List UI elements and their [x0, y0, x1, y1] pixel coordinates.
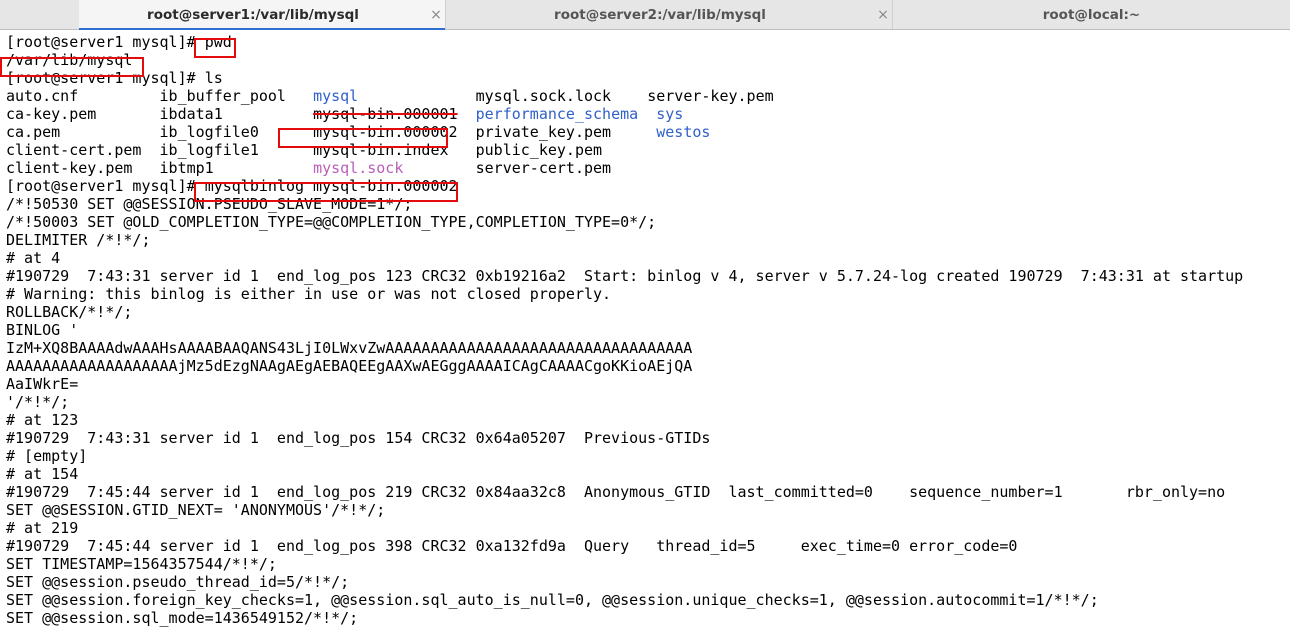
- command-ls: ls: [205, 69, 223, 87]
- ls-col: client-key.pem ibtmp1 mysql.sock server-…: [6, 159, 611, 177]
- socket-mysql-sock: mysql.sock: [313, 159, 403, 177]
- shell-prompt: [root@server1 mysql]#: [6, 69, 205, 87]
- output-line: SET @@session.sql_mode=1436549152/*!*/;: [6, 609, 358, 627]
- output-line: # Warning: this binlog is either in use …: [6, 285, 611, 303]
- output-line: #190729 7:43:31 server id 1 end_log_pos …: [6, 429, 710, 447]
- tab-title: root@server1:/var/lib/mysql: [79, 6, 427, 24]
- dir-performance-schema: performance_schema: [476, 105, 639, 123]
- tab-server2[interactable]: root@server2:/var/lib/mysql ×: [446, 0, 893, 29]
- dir-westos: westos: [656, 123, 710, 141]
- output-line: /*!50530 SET @@SESSION.PSEUDO_SLAVE_MODE…: [6, 195, 412, 213]
- tab-server1[interactable]: root@server1:/var/lib/mysql ×: [79, 0, 446, 29]
- output-line: # at 219: [6, 519, 78, 537]
- ls-col: ca.pem ib_logfile0 mysql-bin.000002 priv…: [6, 123, 710, 141]
- terminal-output[interactable]: [root@server1 mysql]# pwd /var/lib/mysql…: [0, 30, 1290, 630]
- output-line: IzM+XQ8BAAAAdwAAAHsAAAABAAQANS43LjI0LWxv…: [6, 339, 692, 357]
- output-line: #190729 7:45:44 server id 1 end_log_pos …: [6, 483, 1225, 501]
- dir-mysql: mysql: [313, 87, 358, 105]
- output-line: # at 154: [6, 465, 78, 483]
- output-line: SET TIMESTAMP=1564357544/*!*/;: [6, 555, 277, 573]
- output-line: AaIWkrE=: [6, 375, 78, 393]
- ls-col: client-cert.pem ib_logfile1 mysql-bin.in…: [6, 141, 602, 159]
- output-line: #190729 7:43:31 server id 1 end_log_pos …: [6, 267, 1243, 285]
- dir-sys: sys: [656, 105, 683, 123]
- output-line: AAAAAAAAAAAAAAAAAAAjMz5dEzgNAAgAEgAEBAQE…: [6, 357, 692, 375]
- close-icon[interactable]: ×: [874, 6, 892, 24]
- ls-col: ca-key.pem ibdata1 mysql-bin.000001 perf…: [6, 105, 683, 123]
- shell-prompt: [root@server1 mysql]#: [6, 177, 205, 195]
- ls-col: auto.cnf ib_buffer_pool mysql mysql.sock…: [6, 87, 774, 105]
- output-line: # at 123: [6, 411, 78, 429]
- output-line: DELIMITER /*!*/;: [6, 231, 151, 249]
- output-line: ROLLBACK/*!*/;: [6, 303, 132, 321]
- tab-local[interactable]: root@local:~: [893, 0, 1290, 29]
- output-line: # [empty]: [6, 447, 87, 465]
- shell-prompt: [root@server1 mysql]#: [6, 33, 205, 51]
- output-line: SET @@SESSION.GTID_NEXT= 'ANONYMOUS'/*!*…: [6, 501, 385, 519]
- tab-title: root@local:~: [893, 6, 1290, 24]
- command-pwd: pwd: [205, 33, 232, 51]
- terminal-tabbar: root@server1:/var/lib/mysql × root@serve…: [0, 0, 1290, 30]
- close-icon[interactable]: ×: [427, 6, 445, 24]
- output-line: SET @@session.foreign_key_checks=1, @@se…: [6, 591, 1099, 609]
- output-line: #190729 7:45:44 server id 1 end_log_pos …: [6, 537, 1017, 555]
- output-line: '/*!*/;: [6, 393, 69, 411]
- output-line: # at 4: [6, 249, 60, 267]
- output-line: /*!50003 SET @OLD_COMPLETION_TYPE=@@COMP…: [6, 213, 656, 231]
- pwd-output: /var/lib/mysql: [6, 51, 132, 69]
- tabbar-spacer: [0, 0, 79, 29]
- command-mysqlbinlog: mysqlbinlog mysql-bin.000002: [205, 177, 458, 195]
- output-line: SET @@session.pseudo_thread_id=5/*!*/;: [6, 573, 349, 591]
- output-line: BINLOG ': [6, 321, 78, 339]
- tab-title: root@server2:/var/lib/mysql: [446, 6, 874, 24]
